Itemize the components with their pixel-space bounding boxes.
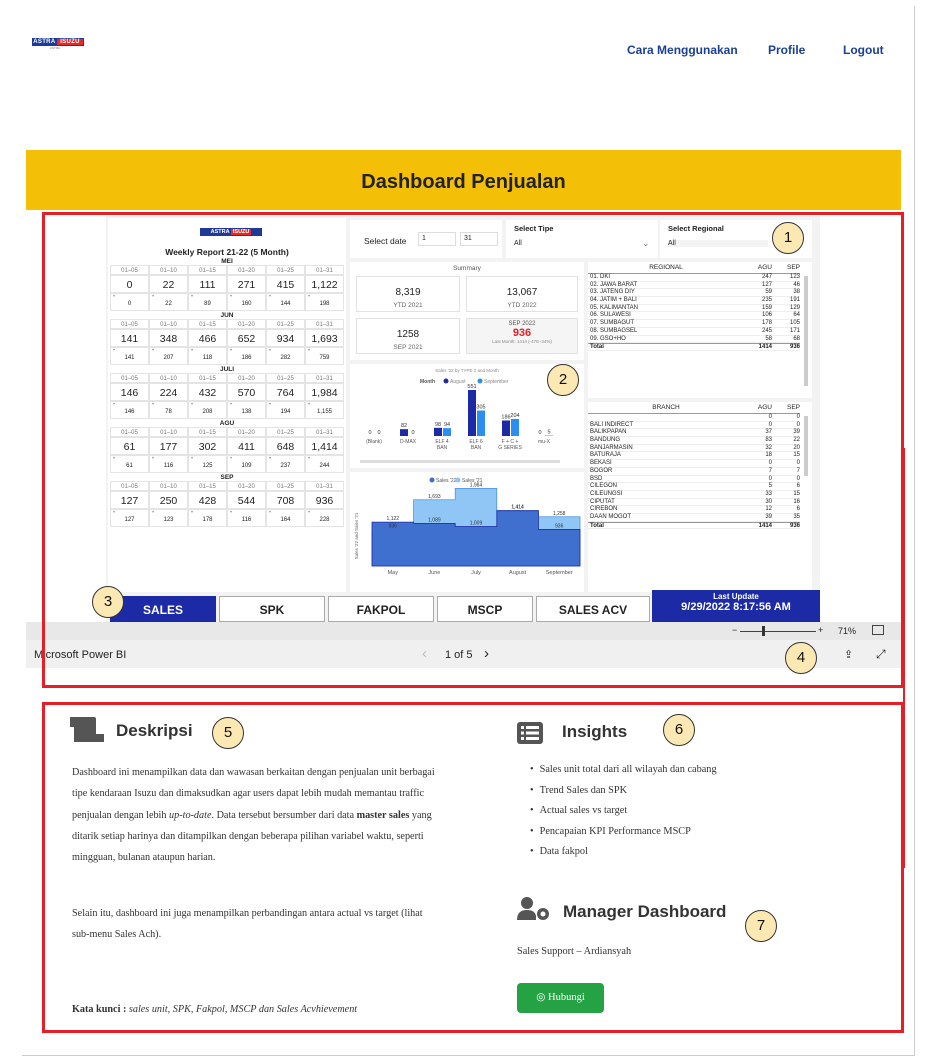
deskripsi-paragraph-1: Dashboard ini menampilkan data dan wawas… xyxy=(72,767,435,864)
hubungi-label: Hubungi xyxy=(548,992,585,1003)
manager-name: Sales Support – Ardiansyah xyxy=(517,946,632,957)
nav-cara-menggunakan[interactable]: Cara Menggunakan xyxy=(627,43,738,57)
marker-4: 4 xyxy=(785,642,817,674)
marker-2: 2 xyxy=(547,364,579,396)
nav-logout[interactable]: Logout xyxy=(843,43,884,57)
scroll-icon xyxy=(70,717,104,742)
page-title: Dashboard Penjualan xyxy=(361,171,566,193)
marker-1: 1 xyxy=(772,222,804,254)
astra-isuzu-logo[interactable]: ASTRA ISUZU ASTRA xyxy=(32,38,84,50)
whatsapp-icon: ◎ xyxy=(536,992,546,1003)
insight-item: Pencapaian KPI Performance MSCP xyxy=(530,826,717,847)
marker-5: 5 xyxy=(212,717,244,749)
keywords: Kata kunci : sales unit, SPK, Fakpol, MS… xyxy=(72,1004,358,1015)
list-icon xyxy=(517,722,543,744)
user-cog-icon xyxy=(517,897,549,920)
insights-title: Insights xyxy=(562,722,628,741)
page-banner: Dashboard Penjualan xyxy=(26,150,901,210)
insight-item: Trend Sales dan SPK xyxy=(530,785,717,806)
insights-list: Sales unit total dari all wilayah dan ca… xyxy=(530,764,717,867)
hubungi-button[interactable]: ◎ Hubungi xyxy=(517,983,604,1013)
highlight-dashboard xyxy=(42,212,904,688)
insight-item: Sales unit total dari all wilayah dan ca… xyxy=(530,764,717,785)
nav-profile[interactable]: Profile xyxy=(768,43,805,57)
insight-item: Data fakpol xyxy=(530,846,717,867)
highlight-side-bracket xyxy=(901,448,905,868)
deskripsi-paragraph-2: Selain itu, dashboard ini juga menampilk… xyxy=(72,908,423,941)
marker-3: 3 xyxy=(92,586,124,618)
deskripsi-title: Deskripsi xyxy=(116,721,193,740)
insight-item: Actual sales vs target xyxy=(530,805,717,826)
manager-title: Manager Dashboard xyxy=(563,902,727,921)
marker-6: 6 xyxy=(663,714,695,746)
marker-7: 7 xyxy=(745,910,777,942)
